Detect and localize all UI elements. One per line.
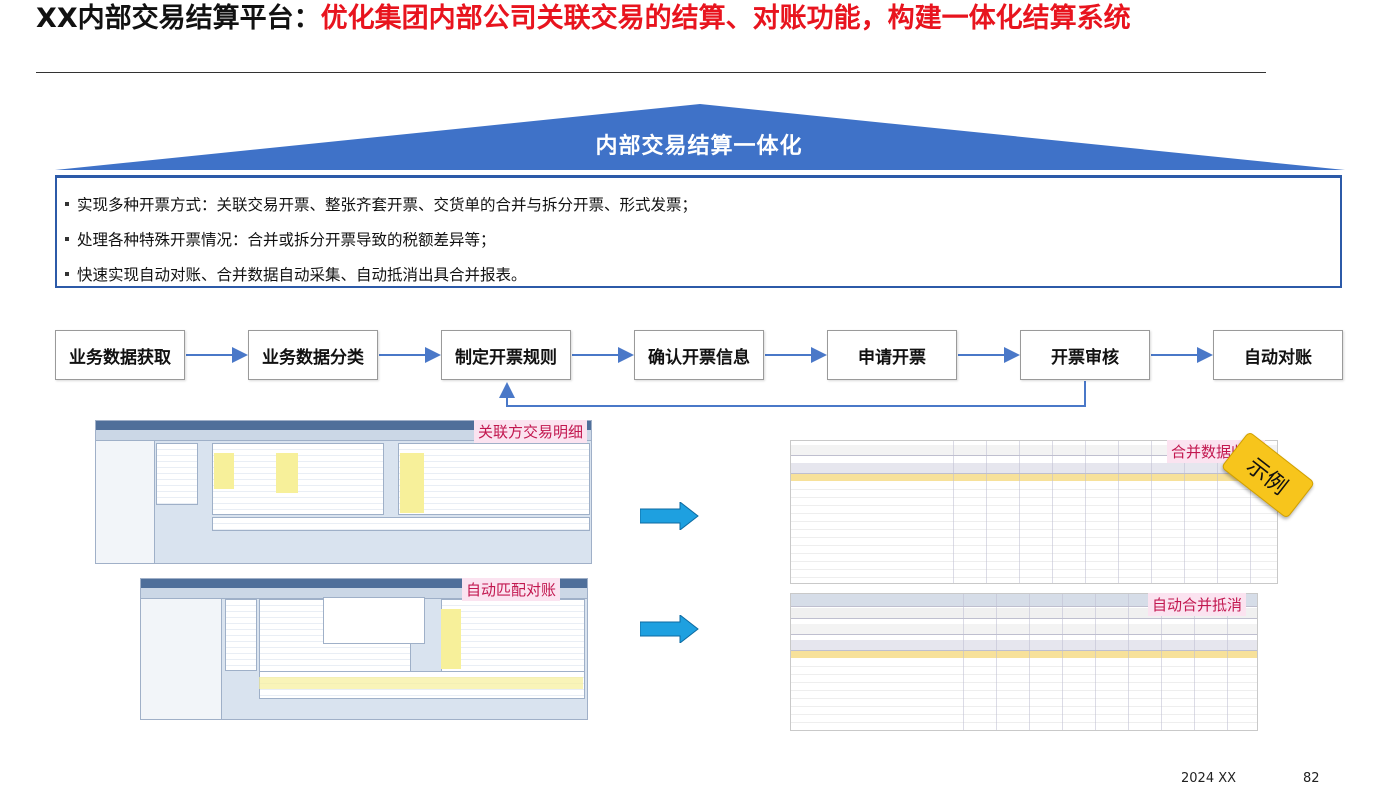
flow-step: 业务数据获取 [55,330,185,380]
right-arrow-icon [640,502,699,530]
label-auto-match: 自动匹配对账 [462,578,561,601]
page-number: 82 [1303,771,1320,786]
flow-step: 自动对账 [1213,330,1343,380]
label-related-detail: 关联方交易明细 [474,420,588,443]
label-auto-elimination: 自动合并抵消 [1148,593,1247,616]
flow-step: 制定开票规则 [441,330,571,380]
flow-step: 确认开票信息 [634,330,764,380]
footer-year: 2024 XX [1181,771,1237,786]
flow-step: 申请开票 [827,330,957,380]
flow-step: 开票审核 [1020,330,1150,380]
right-arrow-icon [640,615,699,643]
flow-step: 业务数据分类 [248,330,378,380]
